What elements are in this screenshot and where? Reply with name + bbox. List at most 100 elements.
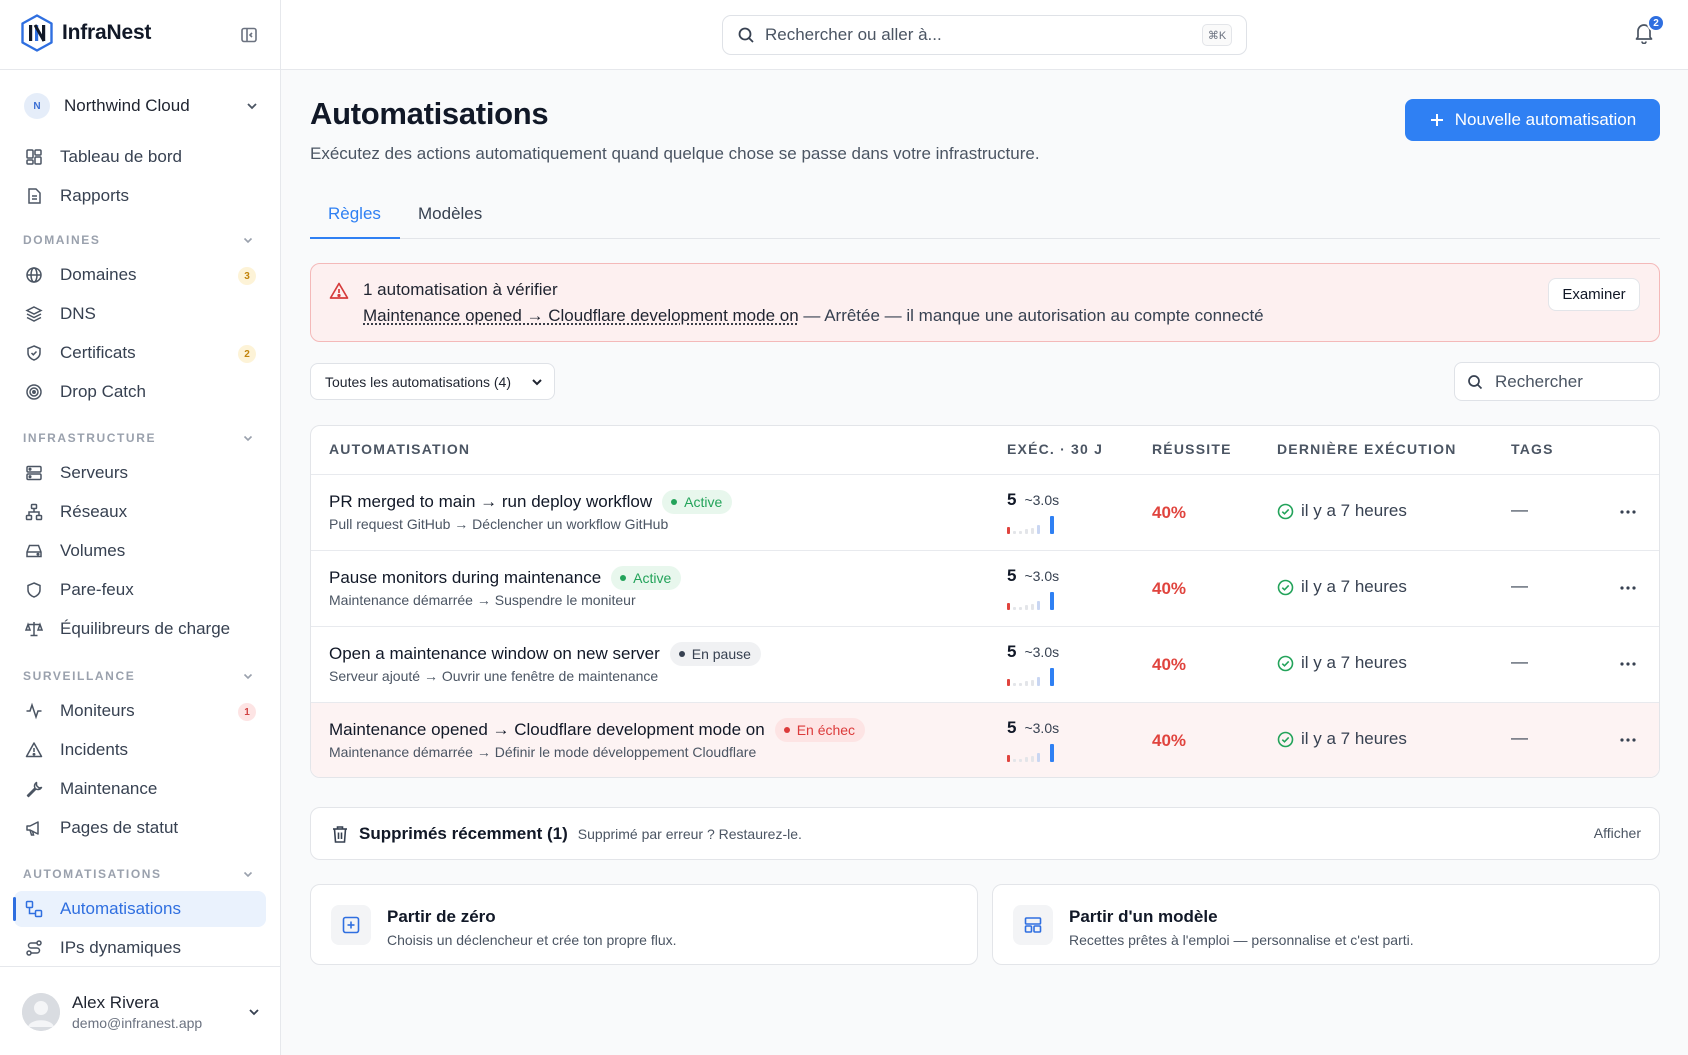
start-from-scratch-card[interactable]: Partir de zéro Choisis un déclencheur et… bbox=[310, 884, 978, 965]
tags-cell: — bbox=[1511, 728, 1528, 747]
success-rate: 40% bbox=[1152, 655, 1187, 674]
last-run-time: il y a 7 heures bbox=[1301, 577, 1407, 596]
sidebar-item-label: Moniteurs bbox=[60, 701, 135, 720]
shortcut-hint: ⌘K bbox=[1202, 24, 1232, 46]
review-button[interactable]: Examiner bbox=[1548, 278, 1640, 311]
sidebar-item-label: Tableau de bord bbox=[60, 147, 182, 166]
run-count: 5 bbox=[1007, 490, 1017, 509]
sidebar-item-maintenance[interactable]: Maintenance bbox=[14, 771, 266, 807]
section-automatisations[interactable]: AUTOMATISATIONS bbox=[23, 866, 255, 882]
sidebar-item-incidents[interactable]: Incidents bbox=[14, 732, 266, 768]
sidebar-item-certificats[interactable]: Certificats 2 bbox=[14, 335, 266, 371]
sidebar-item-label: Serveurs bbox=[60, 463, 129, 482]
sidebar-item-automatisations[interactable]: Automatisations bbox=[13, 891, 266, 927]
last-run-time: il y a 7 heures bbox=[1301, 653, 1407, 672]
sidebar-item-load-balancers[interactable]: Équilibreurs de charge bbox=[14, 611, 266, 647]
sidebar-item-moniteurs[interactable]: Moniteurs 1 bbox=[14, 693, 266, 729]
section-domaines[interactable]: DOMAINES bbox=[23, 232, 255, 248]
table-row[interactable]: Pause monitors during maintenance Active… bbox=[311, 550, 1659, 626]
count-badge: 3 bbox=[238, 267, 256, 285]
sidebar-item-reports[interactable]: Rapports bbox=[14, 178, 266, 214]
sidebar-item-dns[interactable]: DNS bbox=[14, 296, 266, 332]
run-count-cell: 5 ~3.0s bbox=[1007, 642, 1059, 662]
tags-cell: — bbox=[1511, 652, 1528, 671]
sidebar-item-status-pages[interactable]: Pages de statut bbox=[14, 810, 266, 846]
sidebar-item-domaines[interactable]: Domaines 3 bbox=[14, 257, 266, 293]
tab-rules[interactable]: Règles bbox=[328, 204, 381, 224]
column-header: DERNIÈRE EXÉCUTION bbox=[1277, 441, 1457, 457]
hard-drive-icon bbox=[25, 542, 43, 560]
megaphone-icon bbox=[25, 819, 43, 837]
table-row[interactable]: Open a maintenance window on new server … bbox=[311, 626, 1659, 702]
alert-automation-link[interactable]: Maintenance opened → Cloudflare developm… bbox=[363, 306, 799, 325]
card-title: Partir de zéro bbox=[387, 907, 496, 926]
sidebar-collapse-icon[interactable] bbox=[238, 24, 260, 46]
column-header: AUTOMATISATION bbox=[329, 441, 471, 457]
sidebar-item-label: Réseaux bbox=[60, 502, 128, 521]
last-run-cell: il y a 7 heures bbox=[1277, 729, 1407, 749]
show-deleted-link[interactable]: Afficher bbox=[1594, 825, 1641, 841]
last-run-time: il y a 7 heures bbox=[1301, 501, 1407, 520]
sidebar-item-drop-catch[interactable]: Drop Catch bbox=[14, 374, 266, 410]
status-label: Active bbox=[633, 570, 672, 586]
chevron-down-icon bbox=[241, 431, 255, 445]
card-subtitle: Choisis un déclencheur et crée ton propr… bbox=[387, 932, 677, 948]
section-label: AUTOMATISATIONS bbox=[23, 867, 162, 881]
more-options-icon[interactable] bbox=[1616, 577, 1640, 599]
status-dot bbox=[620, 575, 627, 581]
global-search-input[interactable]: Rechercher ou aller à... ⌘K bbox=[722, 15, 1247, 55]
page-subtitle: Exécutez des actions automatiquement qua… bbox=[310, 144, 1040, 163]
more-options-icon[interactable] bbox=[1616, 729, 1640, 751]
more-options-icon[interactable] bbox=[1616, 501, 1640, 523]
search-placeholder: Rechercher bbox=[1495, 371, 1583, 391]
section-label: INFRASTRUCTURE bbox=[23, 431, 157, 445]
section-infrastructure[interactable]: INFRASTRUCTURE bbox=[23, 430, 255, 446]
sidebar-item-pare-feux[interactable]: Pare-feux bbox=[14, 572, 266, 608]
warning-icon bbox=[329, 281, 349, 301]
sidebar-item-label: Domaines bbox=[60, 265, 137, 284]
wrench-icon bbox=[25, 780, 43, 798]
more-options-icon[interactable] bbox=[1616, 653, 1640, 675]
table-row[interactable]: Maintenance opened → Cloudflare developm… bbox=[311, 702, 1659, 777]
success-rate: 40% bbox=[1152, 579, 1187, 598]
chevron-down-icon bbox=[530, 375, 544, 389]
infranest-logo-icon bbox=[20, 14, 54, 52]
tabs: Règles Modèles bbox=[310, 196, 1660, 239]
last-run-cell: il y a 7 heures bbox=[1277, 653, 1407, 673]
recently-deleted-panel[interactable]: Supprimés récemment (1) Supprimé par err… bbox=[310, 807, 1660, 860]
section-surveillance[interactable]: SURVEILLANCE bbox=[23, 668, 255, 684]
sidebar-item-serveurs[interactable]: Serveurs bbox=[14, 455, 266, 491]
recently-deleted-subtitle: Supprimé par erreur ? Restaurez-le. bbox=[577, 825, 802, 842]
notification-badge: 2 bbox=[1647, 14, 1665, 32]
plus-square-icon bbox=[331, 905, 371, 945]
sidebar-item-label: Volumes bbox=[60, 541, 126, 560]
sidebar-item-volumes[interactable]: Volumes bbox=[14, 533, 266, 569]
tab-templates[interactable]: Modèles bbox=[418, 204, 482, 224]
status-label: Active bbox=[684, 494, 723, 510]
start-from-template-card[interactable]: Partir d'un modèle Recettes prêtes à l'e… bbox=[992, 884, 1660, 965]
sidebar-item-label: Rapports bbox=[60, 186, 129, 205]
automation-search-input[interactable]: Rechercher bbox=[1454, 362, 1660, 401]
sidebar-item-reseaux[interactable]: Réseaux bbox=[14, 494, 266, 530]
success-rate: 40% bbox=[1152, 731, 1187, 750]
automation-filter-select[interactable]: Toutes les automatisations (4) bbox=[310, 363, 555, 400]
report-icon bbox=[25, 187, 43, 205]
alert-title: 1 automatisation à vérifier bbox=[363, 280, 558, 299]
sidebar-item-dynamic-ips[interactable]: IPs dynamiques bbox=[14, 930, 266, 966]
brand[interactable]: InfraNest bbox=[20, 14, 151, 52]
status-badge: Active bbox=[611, 566, 682, 590]
check-circle-icon bbox=[1277, 731, 1294, 748]
automation-name-cell: Pause monitors during maintenance Active bbox=[329, 566, 682, 590]
avatar bbox=[22, 993, 60, 1031]
topbar: Rechercher ou aller à... ⌘K 2 bbox=[281, 0, 1688, 70]
new-automation-button[interactable]: Nouvelle automatisation bbox=[1405, 99, 1660, 141]
user-menu[interactable]: Alex Rivera demo@infranest.app bbox=[22, 990, 262, 1034]
org-switcher[interactable]: N Northwind Cloud bbox=[24, 92, 260, 120]
automation-description: Maintenance démarrée → Définir le mode d… bbox=[329, 744, 757, 760]
sidebar-item-label: Certificats bbox=[60, 343, 136, 362]
run-history-sparkline bbox=[1007, 744, 1055, 762]
sidebar-item-dashboard[interactable]: Tableau de bord bbox=[14, 139, 266, 175]
org-avatar: N bbox=[24, 93, 50, 119]
automation-name: PR merged to main → run deploy workflow bbox=[329, 492, 653, 511]
table-row[interactable]: PR merged to main → run deploy workflow … bbox=[311, 474, 1659, 550]
